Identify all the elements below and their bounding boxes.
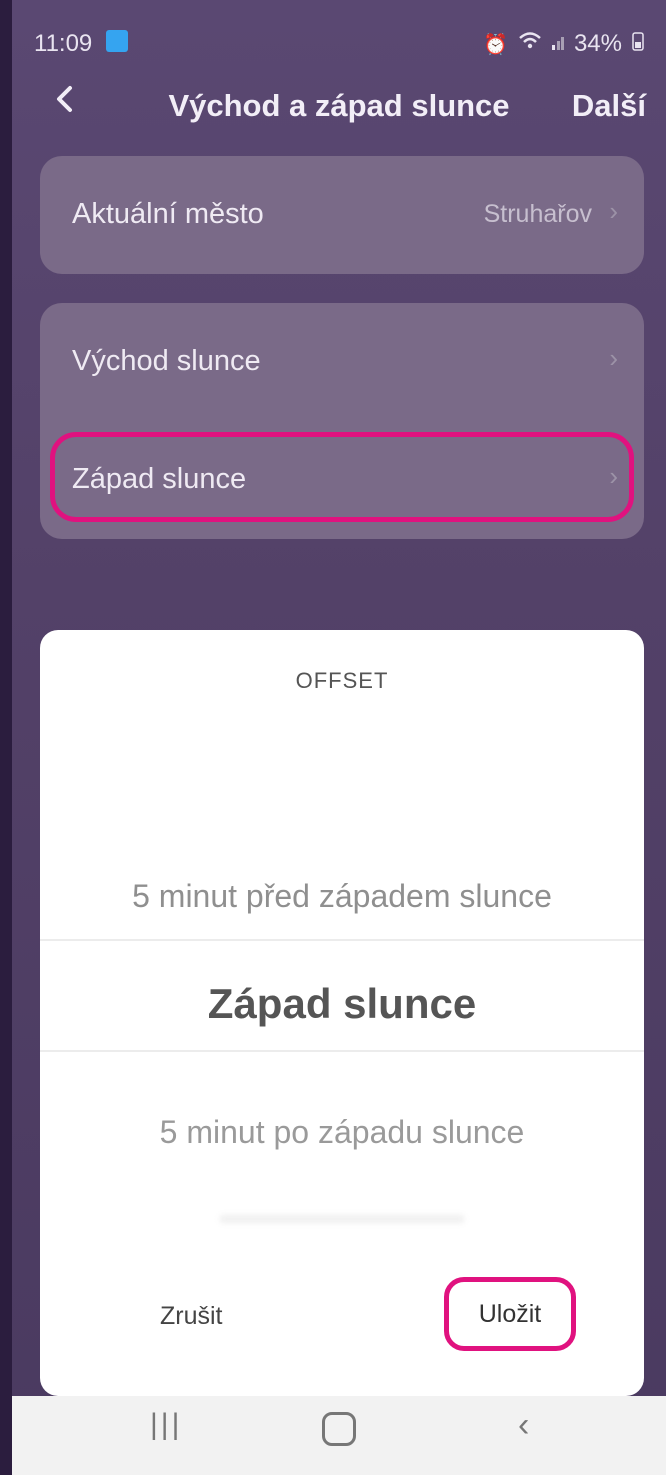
home-icon[interactable] xyxy=(322,1412,356,1446)
nav-back-icon[interactable]: ‹ xyxy=(518,1406,529,1445)
event-label: Východ slunce xyxy=(72,345,261,377)
cancel-button[interactable]: Zrušit xyxy=(160,1302,223,1331)
header: Východ a západ slunce Další xyxy=(12,74,666,134)
screen: 11:09 ⏰ 34% Východ a západ slunce Další xyxy=(12,0,666,1475)
picker-option-next[interactable]: 5 minut po západu slunce xyxy=(40,1114,644,1151)
signal-icon xyxy=(551,31,564,57)
sunset-highlight-annotation xyxy=(50,432,634,522)
system-nav-bar: ||| ‹ xyxy=(12,1396,666,1475)
save-button-label: Uložit xyxy=(478,1299,542,1328)
recents-icon[interactable]: ||| xyxy=(150,1408,182,1442)
battery-percent: 34% xyxy=(573,30,622,57)
chevron-right-icon: › xyxy=(609,343,618,373)
picker-divider-bottom xyxy=(40,1050,644,1052)
location-row[interactable]: Aktuální město Struhařov › xyxy=(40,156,644,274)
status-icons: ⏰ 34% xyxy=(483,30,644,58)
alarm-icon: ⏰ xyxy=(483,33,508,56)
picker-option-prev[interactable]: 5 minut před západem slunce xyxy=(40,878,644,915)
picker-divider-top xyxy=(40,939,644,941)
wifi-icon xyxy=(518,31,542,57)
status-time: 11:09 xyxy=(34,30,93,57)
offset-picker-sheet: OFFSET 5 minut před západem slunce Západ… xyxy=(40,630,644,1396)
sheet-title: OFFSET xyxy=(295,668,389,693)
location-card: Aktuální město Struhařov › xyxy=(40,156,644,274)
event-row-sunrise[interactable]: Východ slunce › xyxy=(40,303,644,421)
app-notification-icon xyxy=(106,30,128,52)
picker-option-faded[interactable] xyxy=(40,780,644,806)
next-button[interactable]: Další xyxy=(572,88,646,124)
location-value: Struhařov xyxy=(483,200,592,228)
battery-icon xyxy=(632,31,644,57)
picker-option-selected[interactable]: Západ slunce xyxy=(40,980,644,1028)
save-button[interactable]: Uložit xyxy=(444,1277,576,1351)
location-label: Aktuální město xyxy=(72,198,264,230)
status-bar: 11:09 ⏰ 34% xyxy=(12,0,666,64)
picker-option-faded[interactable] xyxy=(220,1215,464,1223)
page-title: Východ a západ slunce xyxy=(168,88,510,123)
chevron-right-icon: › xyxy=(609,196,618,226)
